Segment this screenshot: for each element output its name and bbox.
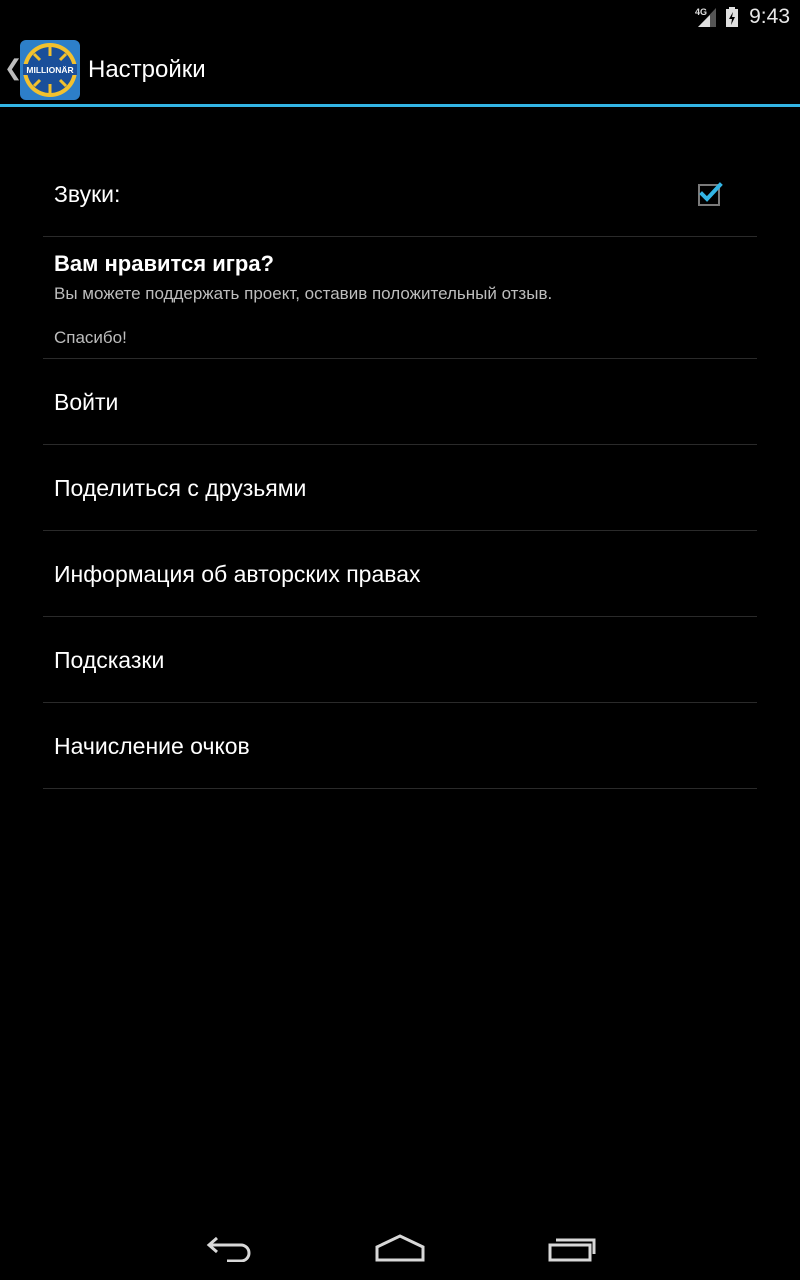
battery-icon xyxy=(726,6,739,27)
pref-rate-title: Вам нравится игра? xyxy=(54,251,274,276)
navigation-bar xyxy=(0,1216,800,1280)
svg-text:4G: 4G xyxy=(695,7,707,17)
app-logo-icon[interactable]: MILLIONÄR xyxy=(20,40,80,100)
pref-sound[interactable]: Звуки: xyxy=(43,151,757,237)
preference-list: Звуки: Вам нравится игра? Вы можете подд… xyxy=(43,151,757,789)
pref-login-label: Войти xyxy=(54,389,119,415)
home-icon[interactable] xyxy=(374,1232,426,1262)
signal-icon: 4G xyxy=(695,7,717,27)
status-bar: 4G 9:43 xyxy=(0,0,800,33)
pref-hints-label: Подсказки xyxy=(54,647,165,673)
pref-copyright[interactable]: Информация об авторских правах xyxy=(43,531,757,617)
pref-rate-game[interactable]: Вам нравится игра? Вы можете поддержать … xyxy=(43,237,757,359)
back-icon[interactable] xyxy=(205,1232,255,1262)
recents-icon[interactable] xyxy=(547,1232,597,1262)
action-bar-title: Настройки xyxy=(88,56,206,83)
pref-hints[interactable]: Подсказки xyxy=(43,617,757,703)
pref-share[interactable]: Поделиться с друзьями xyxy=(43,445,757,531)
settings-screen: 4G 9:43 ❮ MILLIONÄR Настройки Звуки: Вам… xyxy=(0,0,800,1280)
status-time: 9:43 xyxy=(749,4,790,28)
pref-scoring[interactable]: Начисление очков xyxy=(43,703,757,789)
pref-share-label: Поделиться с друзьями xyxy=(54,475,307,501)
svg-text:MILLIONÄR: MILLIONÄR xyxy=(26,65,73,75)
sound-checkbox[interactable] xyxy=(697,181,723,207)
pref-sound-label: Звуки: xyxy=(54,181,121,207)
pref-login[interactable]: Войти xyxy=(43,359,757,445)
pref-rate-summary: Вы можете поддержать проект, оставив пол… xyxy=(54,284,553,303)
pref-scoring-label: Начисление очков xyxy=(54,733,250,759)
pref-rate-thanks: Спасибо! xyxy=(54,328,127,347)
pref-copyright-label: Информация об авторских правах xyxy=(54,561,421,587)
action-bar-divider xyxy=(0,104,800,107)
